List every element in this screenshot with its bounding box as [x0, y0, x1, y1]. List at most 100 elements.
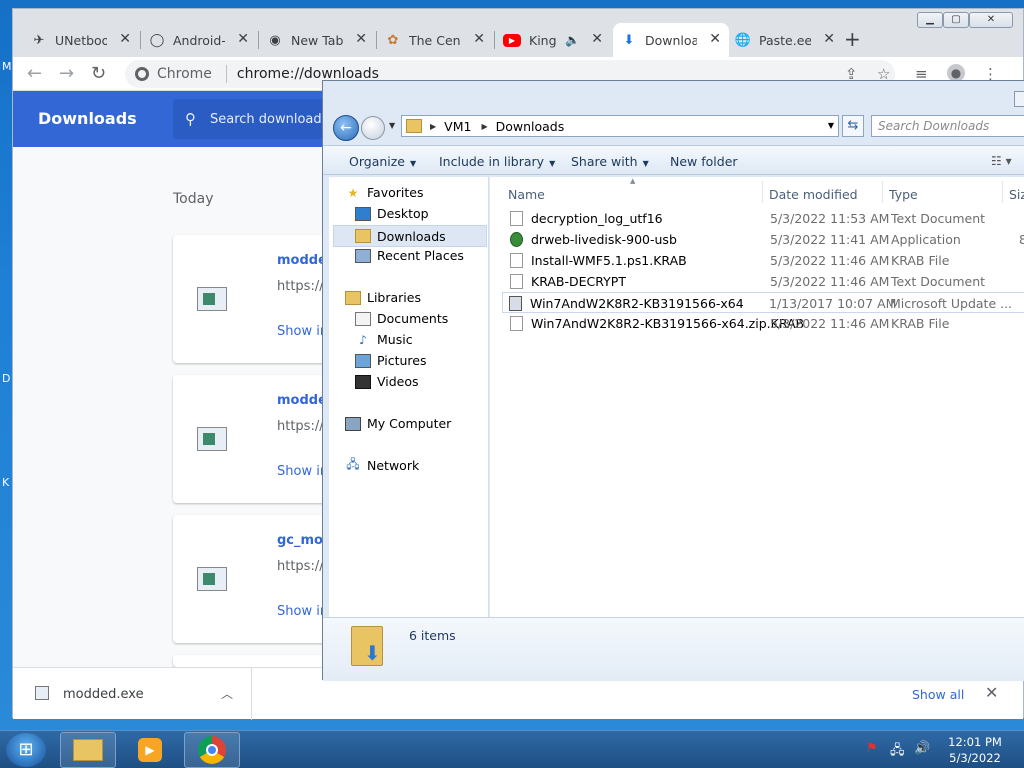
search-placeholder: Search downloads — [210, 111, 329, 127]
explorer-taskbar-button[interactable] — [60, 732, 116, 768]
tab-paste-ee[interactable]: 🌐 Paste.ee ✕ — [727, 23, 843, 57]
folder-icon — [73, 739, 103, 761]
chrome-taskbar-button[interactable] — [184, 732, 240, 768]
page-title: Downloads — [38, 109, 137, 128]
nav-videos[interactable]: Videos — [355, 374, 419, 389]
maximize-button[interactable]: ▢ — [943, 12, 969, 28]
start-button[interactable]: ⊞ — [6, 733, 46, 767]
download-url[interactable]: https://t — [277, 279, 329, 294]
media-player-taskbar-button[interactable]: ▶ — [122, 732, 178, 768]
address-dropdown-icon[interactable]: ▼ — [828, 121, 834, 130]
nav-recent-places[interactable]: Recent Places — [355, 248, 464, 263]
close-icon[interactable]: ✕ — [823, 31, 835, 47]
nav-desktop[interactable]: Desktop — [355, 206, 429, 221]
show-all-button[interactable]: Show all — [912, 687, 964, 702]
network-tray-icon[interactable]: 🖧 — [890, 741, 905, 763]
chrome-icon — [135, 67, 149, 81]
unetbootin-icon: ✈ — [33, 32, 45, 48]
nav-music[interactable]: ♪ Music — [355, 332, 412, 347]
audio-icon[interactable]: 🔈 — [565, 33, 580, 47]
tab-the-cent[interactable]: ✿ The Cent ✕ — [377, 23, 493, 57]
close-icon[interactable]: ✕ — [709, 31, 721, 47]
file-row[interactable]: Win7AndW2K8R2-KB3191566-x64.zip.KRAB 5/3/… — [504, 313, 1024, 334]
explorer-search-input[interactable]: Search Downloads — [871, 115, 1024, 137]
search-icon: ⚲ — [185, 110, 196, 128]
music-icon: ♪ — [359, 332, 367, 347]
close-icon[interactable]: ✕ — [237, 31, 249, 47]
back-arrow-icon[interactable]: ← — [27, 63, 42, 84]
nav-network[interactable]: 🖧 Network — [345, 457, 419, 473]
download-url[interactable]: https://t — [277, 559, 329, 574]
file-row[interactable]: Win7AndW2K8R2-KB3191566-x64 1/13/2017 10:… — [502, 292, 1024, 313]
window-control-button[interactable] — [1014, 91, 1024, 107]
nav-favorites[interactable]: ★ Favorites — [345, 185, 424, 200]
tab-title: New Tab — [291, 32, 343, 48]
share-with-menu[interactable]: Share with ▼ — [571, 154, 649, 169]
flower-icon: ✿ — [387, 32, 399, 48]
volume-icon[interactable]: 🔊 — [914, 741, 930, 756]
explorer-address-bar[interactable]: ▶ VM1 ▶ Downloads ▼ — [401, 115, 839, 137]
breadcrumb-vm1[interactable]: VM1 — [444, 119, 471, 134]
desktop-edge-label: K — [2, 476, 10, 489]
nav-documents[interactable]: Documents — [355, 311, 448, 326]
back-button[interactable]: ← — [333, 115, 359, 141]
tab-android[interactable]: ◯ Android- ✕ — [141, 23, 257, 57]
tab-new-tab[interactable]: ◉ New Tab ✕ — [259, 23, 375, 57]
tab-downloads[interactable]: ⬇ Downloa ✕ — [613, 23, 729, 57]
new-tab-button[interactable]: + — [844, 27, 861, 51]
chevron-up-icon[interactable]: ︿ — [221, 685, 233, 702]
close-icon[interactable]: ✕ — [355, 31, 367, 47]
show-in-folder-link[interactable]: Show in — [277, 324, 328, 339]
show-in-folder-link[interactable]: Show in — [277, 464, 328, 479]
include-in-library-menu[interactable]: Include in library ▼ — [439, 154, 555, 169]
tab-king[interactable]: ▶ King 🔈 ✕ — [495, 23, 611, 57]
shelf-item[interactable]: modded.exe — [63, 687, 144, 702]
file-row[interactable]: Install-WMF5.1.ps1.KRAB 5/3/2022 11:46 AM… — [504, 250, 1024, 271]
taskbar-clock[interactable]: 12:01 PM 5/3/2022 — [935, 734, 1015, 766]
desktop-edge-label: D — [2, 372, 11, 385]
new-folder-button[interactable]: New folder — [670, 154, 738, 169]
download-url[interactable]: https://t — [277, 419, 329, 434]
folder-icon — [406, 119, 422, 133]
close-icon[interactable]: ✕ — [473, 31, 485, 47]
file-icon — [510, 316, 523, 331]
navigation-pane: ★ Favorites Desktop Downloads Recent Plac… — [329, 177, 489, 617]
nav-pictures[interactable]: Pictures — [355, 353, 427, 368]
close-icon[interactable]: ✕ — [119, 31, 131, 47]
tab-unetbootin[interactable]: ✈ UNetboo ✕ — [23, 23, 139, 57]
clock-date: 5/3/2022 — [949, 751, 1001, 765]
column-header-type[interactable]: Type — [889, 187, 918, 202]
close-window-button[interactable]: ✕ — [969, 12, 1013, 28]
show-in-folder-link[interactable]: Show in — [277, 604, 328, 619]
github-icon: ◯ — [149, 32, 165, 48]
reload-icon[interactable]: ↻ — [91, 63, 106, 84]
organize-menu[interactable]: Organize ▼ — [349, 154, 416, 169]
breadcrumb-downloads[interactable]: Downloads — [496, 119, 565, 134]
downloads-folder-icon — [355, 229, 371, 243]
column-header-name[interactable]: Name — [508, 187, 545, 202]
file-row[interactable]: KRAB-DECRYPT 5/3/2022 11:46 AM Text Docume… — [504, 271, 1024, 292]
file-row[interactable]: decryption_log_utf16 5/3/2022 11:53 AM Tex… — [504, 208, 1024, 229]
breadcrumb-arrow-icon[interactable]: ▶ — [481, 122, 487, 131]
minimize-button[interactable]: ▁ — [917, 12, 943, 28]
close-shelf-icon[interactable]: ✕ — [985, 683, 998, 702]
action-center-icon[interactable]: ⚑ — [866, 741, 878, 756]
tab-title: The Cent — [409, 32, 461, 48]
nav-libraries[interactable]: Libraries — [345, 290, 421, 305]
column-header-date[interactable]: Date modified — [769, 187, 858, 202]
forward-button[interactable] — [361, 116, 385, 140]
breadcrumb-arrow-icon[interactable]: ▶ — [430, 122, 436, 131]
file-row[interactable]: drweb-livedisk-900-usb 5/3/2022 11:41 AM A… — [504, 229, 1024, 250]
documents-icon — [355, 311, 371, 326]
refresh-icon[interactable]: ⇆ — [842, 115, 864, 137]
close-icon[interactable]: ✕ — [591, 31, 603, 47]
history-dropdown-icon[interactable]: ▼ — [389, 121, 395, 130]
forward-arrow-icon[interactable]: → — [59, 63, 74, 84]
tab-title: UNetboo — [55, 32, 107, 48]
nav-downloads[interactable]: Downloads — [333, 225, 487, 247]
address-site-label: Chrome — [157, 66, 212, 82]
nav-my-computer[interactable]: My Computer — [345, 416, 451, 431]
view-options-icon[interactable]: ☷ ▾ — [991, 154, 1012, 168]
desktop-icon — [355, 206, 371, 221]
column-header-size[interactable]: Size — [1009, 187, 1024, 202]
